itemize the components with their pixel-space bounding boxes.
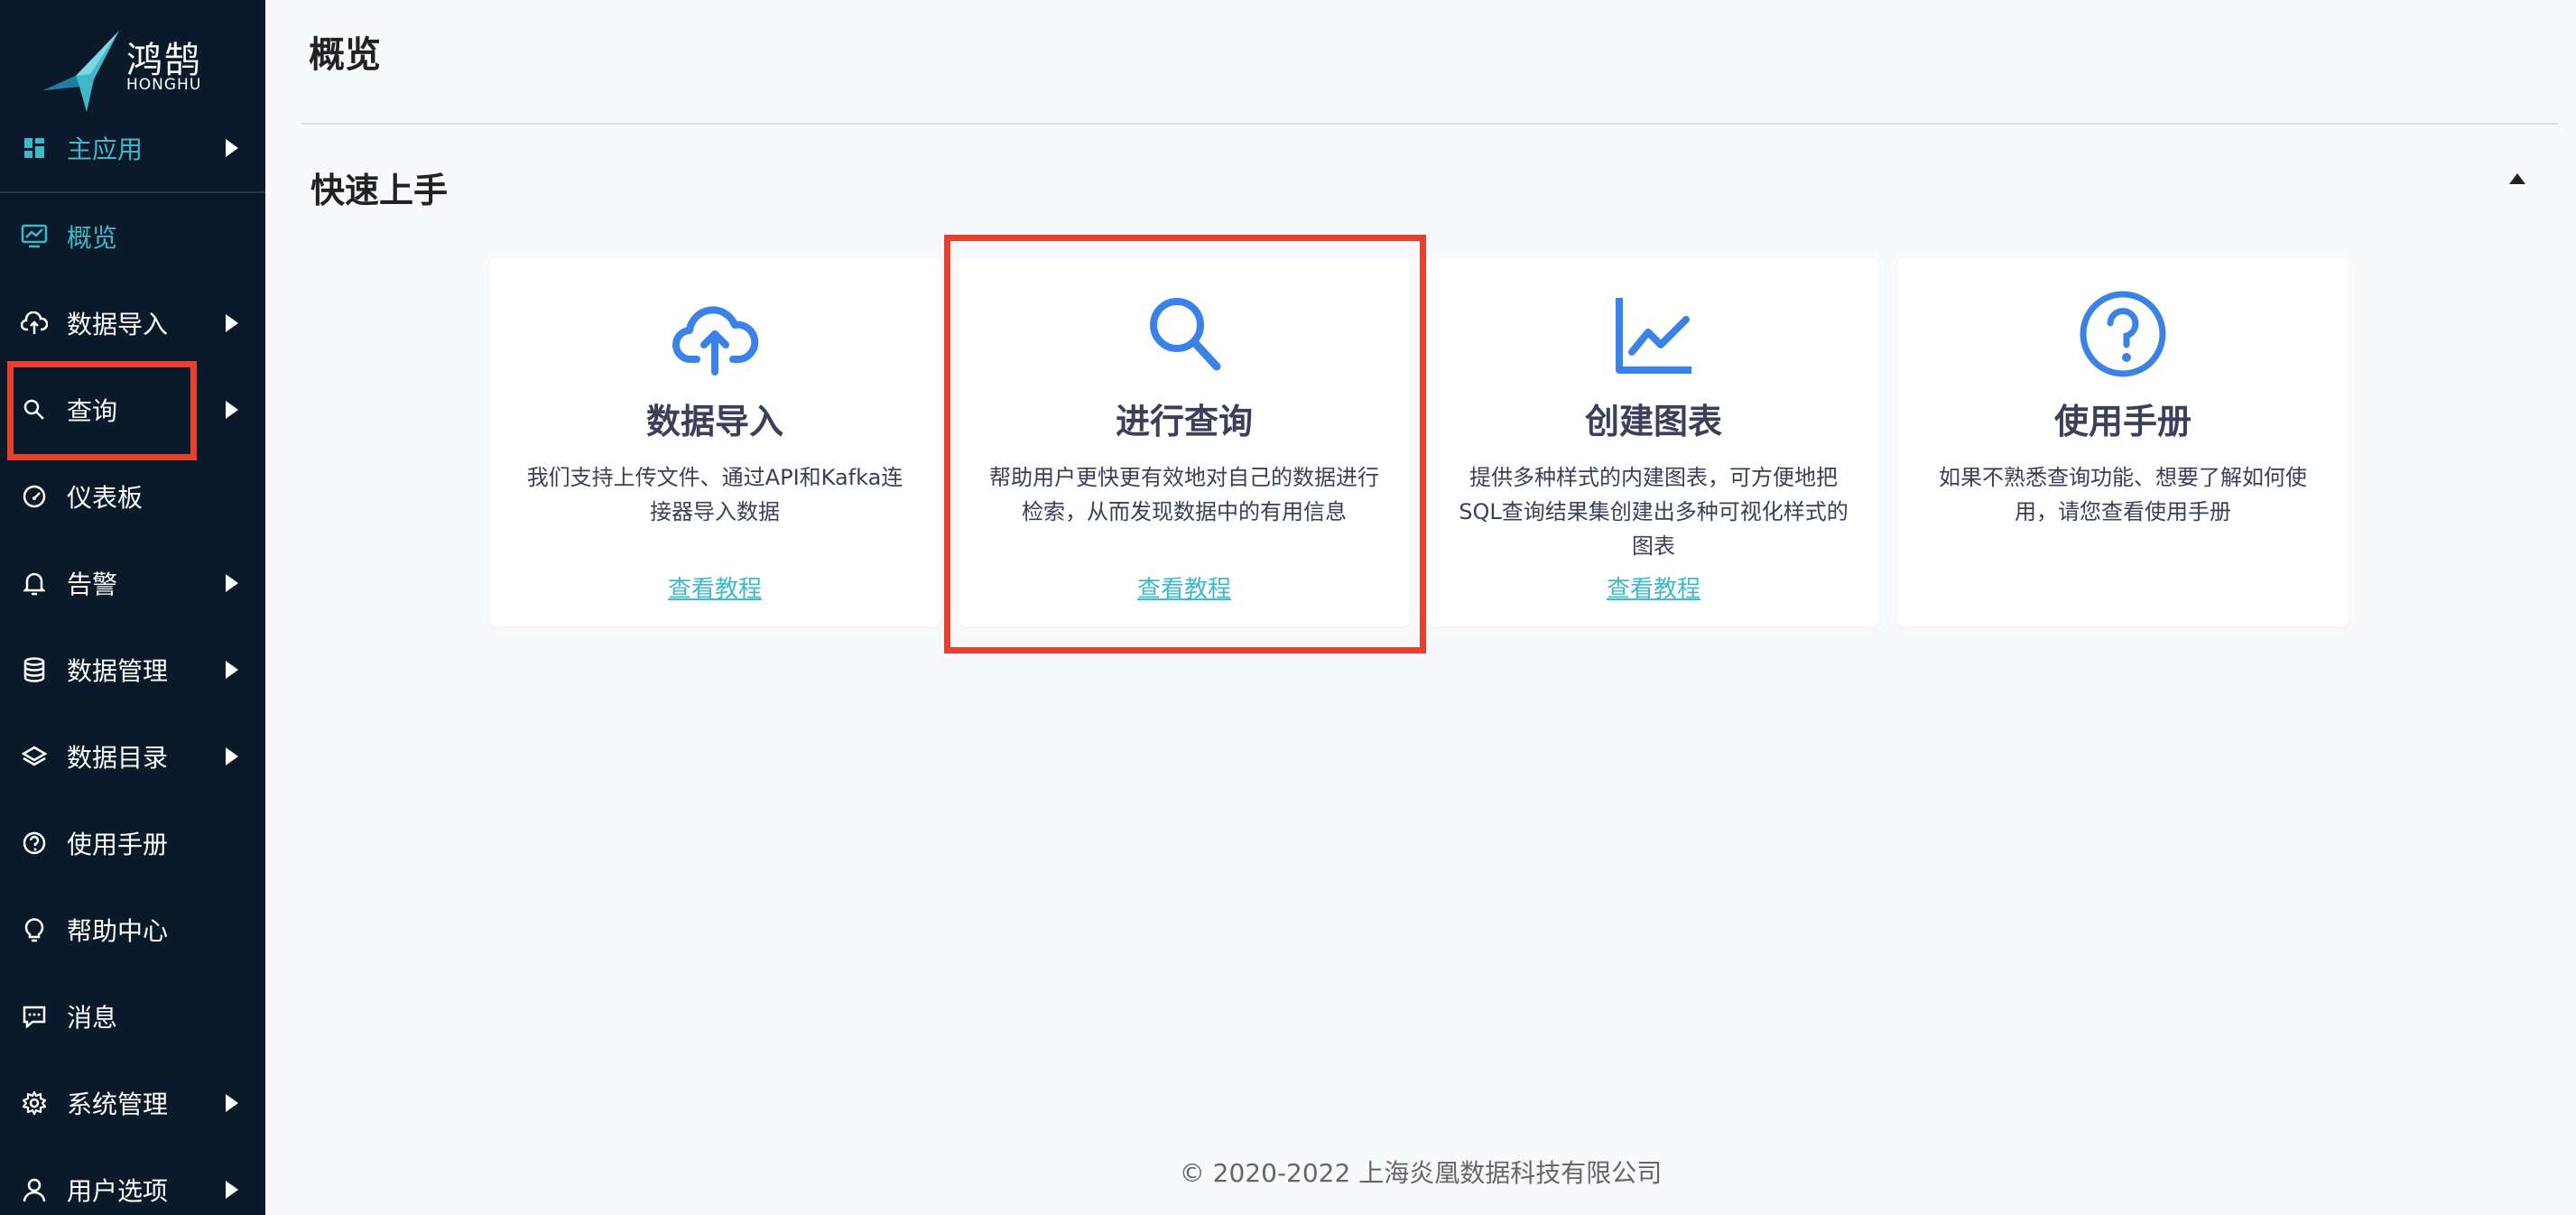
logo-subtitle: HONGHU (126, 76, 202, 94)
caret-right-icon (226, 314, 238, 332)
card-description: 我们支持上传文件、通过API和Kafka连接器导入数据 (526, 465, 903, 524)
sidebar-item-label: 数据导入 (67, 310, 169, 339)
sidebar-item-label: 数据管理 (67, 656, 169, 686)
question-circle-icon (20, 829, 49, 858)
sidebar-item-alerts[interactable]: 告警 (0, 540, 265, 626)
footer-copyright: © 2020-2022 上海炎凰数据科技有限公司 (1179, 1158, 1663, 1188)
sidebar-item-label: 告警 (67, 570, 118, 599)
view-tutorial-link[interactable]: 查看教程 (489, 570, 941, 604)
sidebar-item-label: 用户选项 (67, 1176, 169, 1206)
card-title: 创建图表 (1584, 402, 1722, 441)
view-tutorial-link[interactable]: 查看教程 (1428, 570, 1879, 604)
sidebar-item-data-import[interactable]: 数据导入 (0, 280, 265, 366)
cloud-upload-icon (20, 309, 49, 338)
sidebar-item-label: 系统管理 (67, 1090, 169, 1119)
section-title: 快速上手 (310, 171, 449, 210)
caret-right-icon (226, 401, 238, 419)
caret-right-icon (226, 1094, 238, 1112)
card-description: 如果不熟悉查询功能、想要了解如何使用，请您查看使用手册 (1939, 465, 2307, 524)
sidebar-item-dashboard[interactable]: 仪表板 (0, 453, 265, 540)
sidebar: 鸿鹄 HONGHU 主应用 概览 数据导入 查询 仪表板 告警 数据管理 数据目… (0, 0, 265, 1215)
logo[interactable]: 鸿鹄 HONGHU (40, 22, 229, 112)
bird-logo-icon (43, 31, 119, 112)
sidebar-item-system-management[interactable]: 系统管理 (0, 1060, 265, 1146)
sidebar-item-user-options[interactable]: 用户选项 (0, 1146, 265, 1215)
sidebar-item-data-catalog[interactable]: 数据目录 (0, 713, 265, 800)
sidebar-item-label: 数据目录 (67, 743, 169, 773)
caret-right-icon (226, 1181, 238, 1199)
layers-icon (20, 742, 49, 771)
caret-right-icon (226, 661, 238, 679)
sidebar-item-user-manual[interactable]: 使用手册 (0, 800, 265, 886)
sidebar-item-label: 消息 (67, 1003, 118, 1033)
dashboard-grid-icon (20, 134, 49, 162)
gear-icon (20, 1089, 49, 1118)
sidebar-item-label: 仪表板 (67, 483, 144, 513)
card-create-chart: 创建图表 提供多种样式的内建图表，可方便地把SQL查询结果集创建出多种可视化样式… (1428, 258, 1879, 626)
sidebar-item-messages[interactable]: 消息 (0, 973, 265, 1060)
caret-right-icon (226, 574, 238, 592)
collapse-caret-icon[interactable] (2509, 173, 2525, 184)
gauge-icon (20, 482, 49, 511)
card-description: 提供多种样式的内建图表，可方便地把SQL查询结果集创建出多种可视化样式的图表 (1459, 465, 1849, 559)
card-title: 数据导入 (645, 402, 783, 441)
card-title: 使用手册 (2053, 402, 2191, 441)
sidebar-item-main-app[interactable]: 主应用 (0, 105, 265, 191)
card-user-manual: 使用手册 如果不熟悉查询功能、想要了解如何使用，请您查看使用手册 (1897, 258, 2349, 626)
sidebar-item-label: 使用手册 (67, 830, 169, 859)
line-chart-icon (1616, 298, 1691, 374)
sidebar-item-label: 帮助中心 (67, 916, 169, 946)
monitor-chart-icon (20, 222, 49, 251)
cloud-upload-icon (672, 306, 759, 376)
lightbulb-icon (20, 915, 49, 944)
card-data-import: 数据导入 我们支持上传文件、通过API和Kafka连接器导入数据 查看教程 (489, 258, 941, 626)
page-title: 概览 (309, 34, 381, 76)
highlight-box-query-nav (7, 361, 197, 460)
bell-icon (20, 569, 49, 598)
sidebar-item-overview[interactable]: 概览 (0, 193, 265, 280)
caret-right-icon (226, 747, 238, 765)
sidebar-item-help-center[interactable]: 帮助中心 (0, 886, 265, 973)
message-icon (20, 1002, 49, 1031)
question-circle-icon (2080, 291, 2166, 377)
user-icon (20, 1175, 49, 1204)
caret-right-icon (226, 139, 238, 157)
sidebar-item-data-management[interactable]: 数据管理 (0, 626, 265, 713)
highlight-box-query-card (944, 235, 1426, 654)
sidebar-item-label: 主应用 (67, 134, 144, 164)
title-divider (301, 123, 2558, 125)
sidebar-item-label: 概览 (67, 223, 118, 253)
database-icon (20, 655, 49, 684)
